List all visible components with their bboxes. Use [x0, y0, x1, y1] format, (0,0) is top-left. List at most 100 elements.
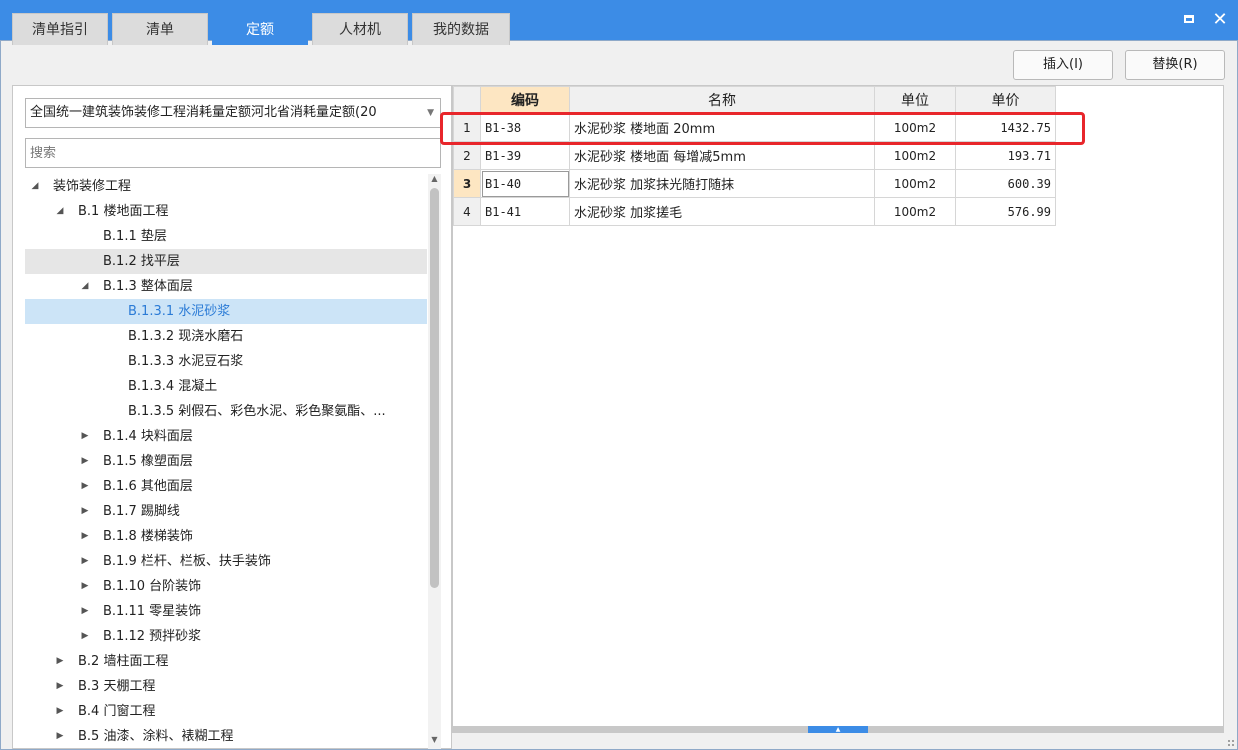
cell-code[interactable]: B1-38 [480, 113, 570, 142]
cell-price[interactable]: 600.39 [955, 169, 1056, 198]
library-select[interactable]: 全国统一建筑装饰装修工程消耗量定额河北省消耗量定额(20 ▼ [25, 98, 441, 128]
tab-labor-material[interactable]: 人材机 [312, 13, 408, 45]
tree-item[interactable]: B.1.2 找平层 [25, 249, 427, 274]
maximize-icon[interactable] [1178, 8, 1202, 32]
tree-item[interactable]: ▶ B.5 油漆、涂料、裱糊工程 [25, 724, 427, 749]
cell-name[interactable]: 水泥砂浆 加浆搓毛 [569, 197, 875, 226]
scroll-down-icon[interactable]: ▼ [428, 735, 441, 749]
collapse-arrow-icon[interactable]: ◢ [28, 174, 42, 199]
tree-item-label: B.1.3.5 剁假石、彩色水泥、彩色聚氨酯、... [128, 404, 386, 419]
replace-button[interactable]: 替换(R) [1125, 50, 1225, 80]
library-select-value: 全国统一建筑装饰装修工程消耗量定额河北省消耗量定额(20 [30, 105, 377, 120]
close-icon[interactable]: ✕ [1208, 8, 1232, 32]
row-number[interactable]: 4 [453, 197, 481, 226]
cell-code[interactable]: B1-39 [480, 141, 570, 170]
tree-item-label: B.4 门窗工程 [78, 704, 156, 719]
tree-item-label: B.5 油漆、涂料、裱糊工程 [78, 729, 234, 744]
tree-item-label: B.1.5 橡塑面层 [103, 454, 193, 469]
cell-code[interactable]: B1-41 [480, 197, 570, 226]
tab-quota[interactable]: 定额 [212, 13, 308, 45]
tree-item[interactable]: ◢ B.1 楼地面工程 [25, 199, 427, 224]
tree-item-label: B.1 楼地面工程 [78, 204, 169, 219]
cell-unit[interactable]: 100m2 [874, 197, 956, 226]
table-row[interactable]: 4 B1-41 水泥砂浆 加浆搓毛 100m2 576.99 [453, 197, 1056, 226]
expand-arrow-icon[interactable]: ▶ [53, 724, 67, 749]
row-number[interactable]: 3 [453, 169, 481, 198]
cell-price[interactable]: 193.71 [955, 141, 1056, 170]
cell-unit[interactable]: 100m2 [874, 113, 956, 142]
tree-item[interactable]: ▶ B.1.11 零星装饰 [25, 599, 427, 624]
cell-unit[interactable]: 100m2 [874, 169, 956, 198]
expand-arrow-icon[interactable]: ▶ [78, 474, 92, 499]
expand-arrow-icon[interactable]: ▶ [78, 574, 92, 599]
cell-name[interactable]: 水泥砂浆 加浆抹光随打随抹 [569, 169, 875, 198]
expand-arrow-icon[interactable]: ▶ [78, 499, 92, 524]
quota-table: 编码 名称 单位 单价 1 B1-38 水泥砂浆 楼地面 20mm 100m2 1432… [453, 86, 1056, 226]
cell-code[interactable]: B1-40 [480, 169, 570, 198]
table-row[interactable]: 2 B1-39 水泥砂浆 楼地面 每增减5mm 100m2 193.71 [453, 141, 1056, 170]
tree-item[interactable]: ◢ B.1.3 整体面层 [25, 274, 427, 299]
expand-arrow-icon[interactable]: ▶ [53, 699, 67, 724]
tab-bill[interactable]: 清单 [112, 13, 208, 45]
tree-item[interactable]: B.1.3.1 水泥砂浆 [25, 299, 427, 324]
resize-grip-icon[interactable] [1227, 739, 1235, 747]
expand-arrow-icon[interactable]: ▶ [53, 674, 67, 699]
tree-item[interactable]: ▶ B.1.7 踢脚线 [25, 499, 427, 524]
collapse-arrow-icon[interactable]: ◢ [78, 274, 92, 299]
scrollbar-thumb[interactable] [430, 188, 439, 588]
tree-item-label: B.1.3.1 水泥砂浆 [128, 304, 231, 319]
scroll-up-icon[interactable]: ▲ [428, 174, 441, 188]
tree-item[interactable]: ▶ B.1.9 栏杆、栏板、扶手装饰 [25, 549, 427, 574]
tree-item[interactable]: B.1.3.5 剁假石、彩色水泥、彩色聚氨酯、... [25, 399, 427, 424]
expand-arrow-icon[interactable]: ▶ [78, 599, 92, 624]
expand-arrow-icon[interactable]: ▶ [78, 524, 92, 549]
column-header-name[interactable]: 名称 [569, 86, 875, 114]
chevron-up-icon[interactable]: ▲ [808, 726, 868, 733]
expand-arrow-icon[interactable]: ▶ [53, 649, 67, 674]
cell-name[interactable]: 水泥砂浆 楼地面 每增减5mm [569, 141, 875, 170]
cell-price[interactable]: 576.99 [955, 197, 1056, 226]
row-number-header [453, 86, 481, 114]
tree-item[interactable]: ▶ B.1.10 台阶装饰 [25, 574, 427, 599]
tree-item[interactable]: B.1.3.4 混凝土 [25, 374, 427, 399]
cell-price[interactable]: 1432.75 [955, 113, 1056, 142]
expand-arrow-icon[interactable]: ▶ [78, 624, 92, 649]
tree-item-label: B.1.2 找平层 [103, 254, 180, 269]
tree-item-label: B.1.4 块料面层 [103, 429, 193, 444]
tree-item-label: B.2 墙柱面工程 [78, 654, 169, 669]
tree-item[interactable]: ▶ B.1.4 块料面层 [25, 424, 427, 449]
expand-arrow-icon[interactable]: ▶ [78, 424, 92, 449]
row-number[interactable]: 2 [453, 141, 481, 170]
insert-button[interactable]: 插入(I) [1013, 50, 1113, 80]
column-header-price[interactable]: 单价 [955, 86, 1056, 114]
tree-item[interactable]: ▶ B.1.8 楼梯装饰 [25, 524, 427, 549]
collapse-arrow-icon[interactable]: ◢ [53, 199, 67, 224]
tree-item[interactable]: ▶ B.1.12 预拌砂浆 [25, 624, 427, 649]
tree-item[interactable]: ▶ B.1.6 其他面层 [25, 474, 427, 499]
tree-item[interactable]: B.1.1 垫层 [25, 224, 427, 249]
splitter-bar[interactable]: ▲ [452, 726, 1224, 733]
tab-bill-guide[interactable]: 清单指引 [12, 13, 108, 45]
tree-item[interactable]: ▶ B.1.5 橡塑面层 [25, 449, 427, 474]
tree-item[interactable]: ▶ B.3 天棚工程 [25, 674, 427, 699]
column-header-unit[interactable]: 单位 [874, 86, 956, 114]
search-input[interactable] [25, 138, 441, 168]
tree-item[interactable]: ◢ 装饰装修工程 [25, 174, 427, 199]
table-row[interactable]: 1 B1-38 水泥砂浆 楼地面 20mm 100m2 1432.75 [453, 113, 1056, 142]
row-number[interactable]: 1 [453, 113, 481, 142]
cell-name[interactable]: 水泥砂浆 楼地面 20mm [569, 113, 875, 142]
tree-scrollbar[interactable]: ▲ ▼ [428, 174, 441, 749]
tree-item[interactable]: ▶ B.2 墙柱面工程 [25, 649, 427, 674]
cell-unit[interactable]: 100m2 [874, 141, 956, 170]
tree-item-label: B.1.7 踢脚线 [103, 504, 180, 519]
tree-item[interactable]: B.1.3.2 现浇水磨石 [25, 324, 427, 349]
tree-item[interactable]: B.1.3.3 水泥豆石浆 [25, 349, 427, 374]
table-row[interactable]: 3 B1-40 水泥砂浆 加浆抹光随打随抹 100m2 600.39 [453, 169, 1056, 198]
tab-my-data[interactable]: 我的数据 [412, 13, 510, 45]
tree-item[interactable]: ▶ B.4 门窗工程 [25, 699, 427, 724]
column-header-code[interactable]: 编码 [480, 86, 570, 114]
tree-item-label: B.1.9 栏杆、栏板、扶手装饰 [103, 554, 271, 569]
tree-item-label: B.1.12 预拌砂浆 [103, 629, 202, 644]
expand-arrow-icon[interactable]: ▶ [78, 549, 92, 574]
expand-arrow-icon[interactable]: ▶ [78, 449, 92, 474]
